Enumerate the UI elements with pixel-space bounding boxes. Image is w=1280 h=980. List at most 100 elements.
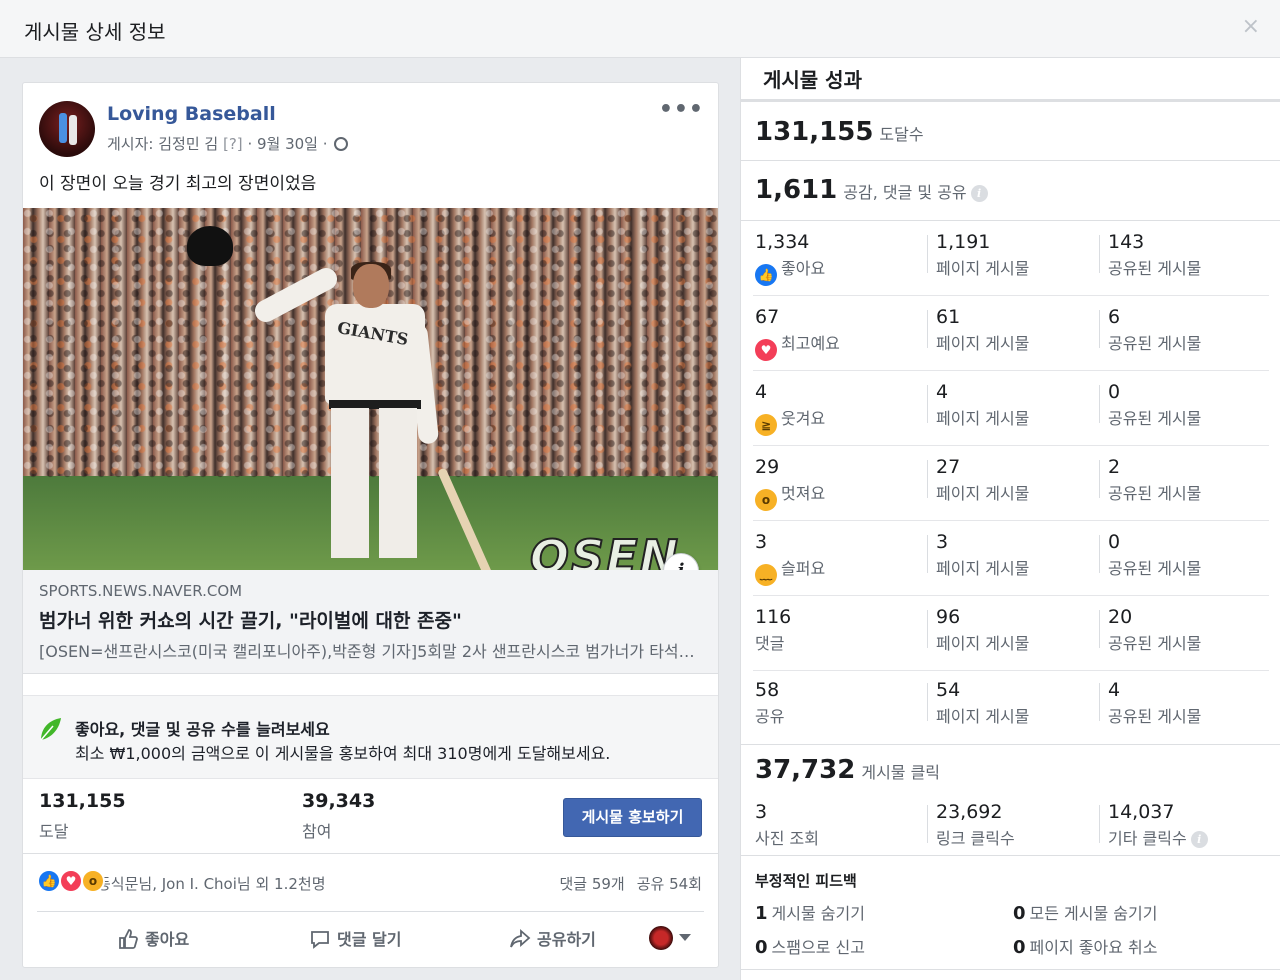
reach-value: 131,155 (39, 790, 126, 812)
clicks-total-label: 게시물 클릭 (861, 763, 941, 782)
thumbs-up-icon (119, 929, 138, 949)
engagement-total-value: 1,611 (755, 175, 838, 205)
post-performance-panel: 게시물 성과 131,155 도달수 1,611 공감, 댓글 및 공유 i 1,33… (740, 58, 1280, 980)
link-domain: SPORTS.NEWS.NAVER.COM (39, 582, 243, 600)
row-page-label: 페이지 게시물 (936, 409, 1030, 428)
row-page-value: 1,191 (936, 231, 991, 253)
row-shared-label: 공유된 게시물 (1108, 484, 1202, 503)
boost-post-button[interactable]: 게시물 홍보하기 (563, 798, 702, 837)
row-page-value: 3 (936, 531, 949, 553)
share-button[interactable]: 공유하기 (509, 926, 596, 950)
wow-icon: o (755, 489, 777, 511)
row-shared-value: 0 (1108, 531, 1121, 553)
close-icon[interactable]: × (1242, 14, 1260, 39)
share-count[interactable]: 공유 54회 (637, 875, 702, 893)
reach-total: 131,155 도달수 (755, 117, 924, 147)
row-label: 슬퍼요 (781, 559, 826, 578)
engagement-total-label: 공감, 댓글 및 공유 (843, 183, 967, 202)
comment-icon (311, 931, 329, 949)
byline-help-link[interactable]: [?] (223, 135, 243, 153)
row-shared-label: 공유된 게시물 (1108, 334, 1202, 353)
post-byline: 게시자: 김정민 김 [?] · 9월 30일 · (107, 133, 349, 154)
row-page-label: 페이지 게시물 (936, 707, 1030, 726)
byline-date[interactable]: · 9월 30일 · (247, 135, 327, 153)
grid-row: 29 o 멋져요 27 페이지 게시물 2 공유된 게시물 (753, 446, 1269, 521)
row-total: 29 (755, 456, 780, 478)
like-icon: 👍 (37, 869, 61, 893)
globe-icon (334, 137, 349, 151)
other-clicks: 14,037 기타 클릭수 i (1099, 801, 1259, 848)
other-clicks-value: 14,037 (1108, 801, 1175, 823)
byline-author: 게시자: 김정민 김 (107, 135, 219, 153)
row-shared-value: 20 (1108, 606, 1133, 628)
row-total: 1,334 (755, 231, 810, 253)
photo-views: 3 사진 조회 (755, 801, 915, 849)
panel-title: 게시물 성과 (763, 68, 862, 92)
row-total: 3 (755, 531, 768, 553)
haha-icon: ≧ (755, 414, 777, 436)
row-label: 멋져요 (781, 484, 826, 503)
unlike-stat: 0 페이지 좋아요 취소 (1013, 934, 1157, 958)
grid-row: 3 ﹏ 슬퍼요 3 페이지 게시물 0 공유된 게시물 (753, 521, 1269, 596)
link-title[interactable]: 범가너 위한 커쇼의 시간 끌기, "라이벌에 대한 존중" (39, 606, 462, 633)
reactions-summary[interactable]: 👍 ♥ o 동식문님, Jon I. Choi님 외 1.2천명 댓글 59개 공… (23, 865, 718, 901)
photo-player: GIANTS (187, 226, 495, 570)
row-label: 웃겨요 (781, 409, 826, 428)
grid-row: 67 ♥ 최고예요 61 페이지 게시물 6 공유된 게시물 (753, 296, 1269, 371)
like-label: 좋아요 (145, 930, 190, 949)
info-icon[interactable]: i (1190, 831, 1208, 848)
row-shared-value: 0 (1108, 381, 1121, 403)
clicks-total: 37,732 게시물 클릭 (755, 755, 940, 785)
clicks-total-value: 37,732 (755, 755, 856, 785)
negative-feedback-section: 부정적인 피드백 1 게시물 숨기기 0 모든 게시물 숨기기 0 스팸으로 신고 0… (741, 856, 1280, 970)
spam-stat: 0 스팸으로 신고 (755, 934, 865, 958)
reach-label: 도달 (39, 822, 69, 841)
row-page-value: 4 (936, 381, 949, 403)
row-shared-value: 4 (1108, 679, 1121, 701)
row-page-value: 27 (936, 456, 961, 478)
link-description: [OSEN=샌프란시스코(미국 캘리포니아주),박준형 기자]5회말 2사 샌프… (39, 642, 699, 661)
row-page-label: 페이지 게시물 (936, 484, 1030, 503)
hide-all-stat: 0 모든 게시물 숨기기 (1013, 900, 1157, 924)
comment-count[interactable]: 댓글 59개 (559, 875, 624, 893)
reactor-names[interactable]: 동식문님, Jon I. Choi님 외 1.2천명 (97, 873, 326, 894)
link-clicks-label: 링크 클릭수 (936, 829, 1015, 848)
hide-all-label: 모든 게시물 숨기기 (1029, 904, 1158, 923)
post-photo[interactable]: GIANTS OSEN (23, 208, 718, 570)
link-clicks-value: 23,692 (936, 801, 1003, 823)
row-shared-value: 143 (1108, 231, 1145, 253)
row-page-label: 페이지 게시물 (936, 559, 1030, 578)
hide-post-count: 1 (755, 903, 768, 924)
row-page-label: 페이지 게시물 (936, 259, 1030, 278)
more-options-icon[interactable]: ••• (659, 97, 704, 122)
reach-total-value: 131,155 (755, 117, 874, 147)
spam-count: 0 (755, 937, 768, 958)
hide-all-count: 0 (1013, 903, 1026, 924)
page-avatar[interactable] (39, 101, 95, 157)
spam-label: 스팸으로 신고 (771, 938, 865, 957)
comment-share-counts: 댓글 59개 공유 54회 (559, 873, 702, 894)
info-icon[interactable]: i (970, 185, 988, 202)
actor-avatar[interactable] (649, 926, 673, 950)
link-preview[interactable]: SPORTS.NEWS.NAVER.COM 범가너 위한 커쇼의 시간 끌기, … (23, 570, 718, 674)
engagement-value: 39,343 (302, 790, 376, 812)
grid-row: 4 ≧ 웃겨요 4 페이지 게시물 0 공유된 게시물 (753, 371, 1269, 446)
post-actions: 좋아요 댓글 달기 공유하기 (37, 911, 704, 967)
like-icon: 👍 (755, 264, 777, 286)
row-label: 댓글 (755, 634, 785, 653)
promo-banner: 좋아요, 댓글 및 공유 수를 늘려보세요 최소 ₩1,000의 금액으로 이 … (23, 695, 718, 779)
row-label: 공유 (755, 707, 785, 726)
share-label: 공유하기 (537, 930, 596, 949)
promo-title: 좋아요, 댓글 및 공유 수를 늘려보세요 (75, 720, 330, 739)
row-page-value: 54 (936, 679, 961, 701)
grid-row: 1,334 👍 좋아요 1,191 페이지 게시물 143 공유된 게시물 (753, 221, 1269, 296)
row-total: 4 (755, 381, 768, 403)
like-button[interactable]: 좋아요 (117, 926, 189, 950)
row-shared-label: 공유된 게시물 (1108, 409, 1202, 428)
dialog-header: 게시물 상세 정보 × (0, 0, 1280, 58)
comment-button[interactable]: 댓글 달기 (309, 926, 401, 950)
chevron-down-icon[interactable] (679, 934, 691, 941)
grid-row: 58 공유 54 페이지 게시물 4 공유된 게시물 (753, 669, 1269, 744)
page-name-link[interactable]: Loving Baseball (107, 103, 276, 125)
row-shared-label: 공유된 게시물 (1108, 559, 1202, 578)
